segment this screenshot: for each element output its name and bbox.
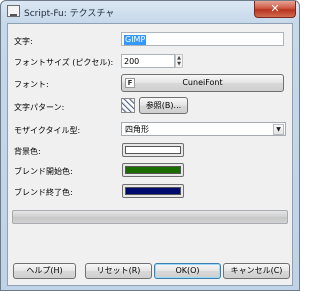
font-size-label: フォントサイズ (ピクセル):: [14, 58, 114, 67]
pattern-preview[interactable]: [121, 98, 135, 113]
blend-start-color-button[interactable]: [122, 163, 184, 177]
pattern-browse-button[interactable]: 参照(B)...: [139, 97, 188, 114]
blend-end-swatch: [125, 187, 181, 195]
window-title: Script-Fu: テクスチャ: [24, 9, 115, 19]
background-color-button[interactable]: [122, 143, 184, 157]
font-name: CuneiFont: [182, 78, 223, 87]
text-pattern-label: 文字パターン:: [14, 103, 65, 112]
font-size-input[interactable]: 200: [121, 54, 175, 68]
blend-start-label: ブレンド開始色:: [14, 167, 73, 176]
dialog-window: Script-Fu: テクスチャ ✕ 文字: GIMP フォントサイズ (ピクセ…: [0, 0, 300, 291]
text-input-value: GIMP: [124, 35, 147, 45]
font-size-value: 200: [124, 57, 140, 66]
dialog-body: 文字: GIMP フォントサイズ (ピクセル): 200 ▲ ▼ フォント: F…: [7, 23, 293, 286]
text-label: 文字:: [14, 37, 33, 46]
cancel-button[interactable]: キャンセル(C): [223, 263, 290, 279]
background-color-label: 背景色:: [14, 147, 41, 156]
title-bar[interactable]: Script-Fu: テクスチャ ✕: [1, 1, 299, 23]
spin-down-icon[interactable]: ▼: [176, 61, 182, 67]
blend-end-label: ブレンド終了色:: [14, 188, 73, 197]
font-size-spinner[interactable]: ▲ ▼: [175, 54, 183, 68]
font-select-button[interactable]: F CuneiFont: [121, 74, 284, 92]
blend-end-color-button[interactable]: [122, 184, 184, 198]
close-button[interactable]: ✕: [254, 1, 296, 18]
help-button[interactable]: ヘルプ(H): [13, 263, 76, 279]
reset-button[interactable]: リセット(R): [85, 263, 152, 279]
font-label: フォント:: [14, 80, 49, 89]
mosaic-label: モザイクタイル型:: [14, 126, 81, 135]
mosaic-dropdown[interactable]: 四角形 ▼: [121, 122, 286, 136]
ok-button[interactable]: OK(O): [154, 263, 221, 279]
background-color-swatch: [125, 146, 181, 154]
gimp-app-icon: [7, 5, 20, 17]
chevron-down-icon[interactable]: ▼: [273, 124, 284, 135]
font-icon: F: [125, 78, 135, 88]
progress-bar: [12, 210, 288, 224]
text-input[interactable]: GIMP: [121, 32, 284, 46]
blend-start-swatch: [125, 166, 181, 174]
mosaic-value: 四角形: [125, 125, 149, 134]
